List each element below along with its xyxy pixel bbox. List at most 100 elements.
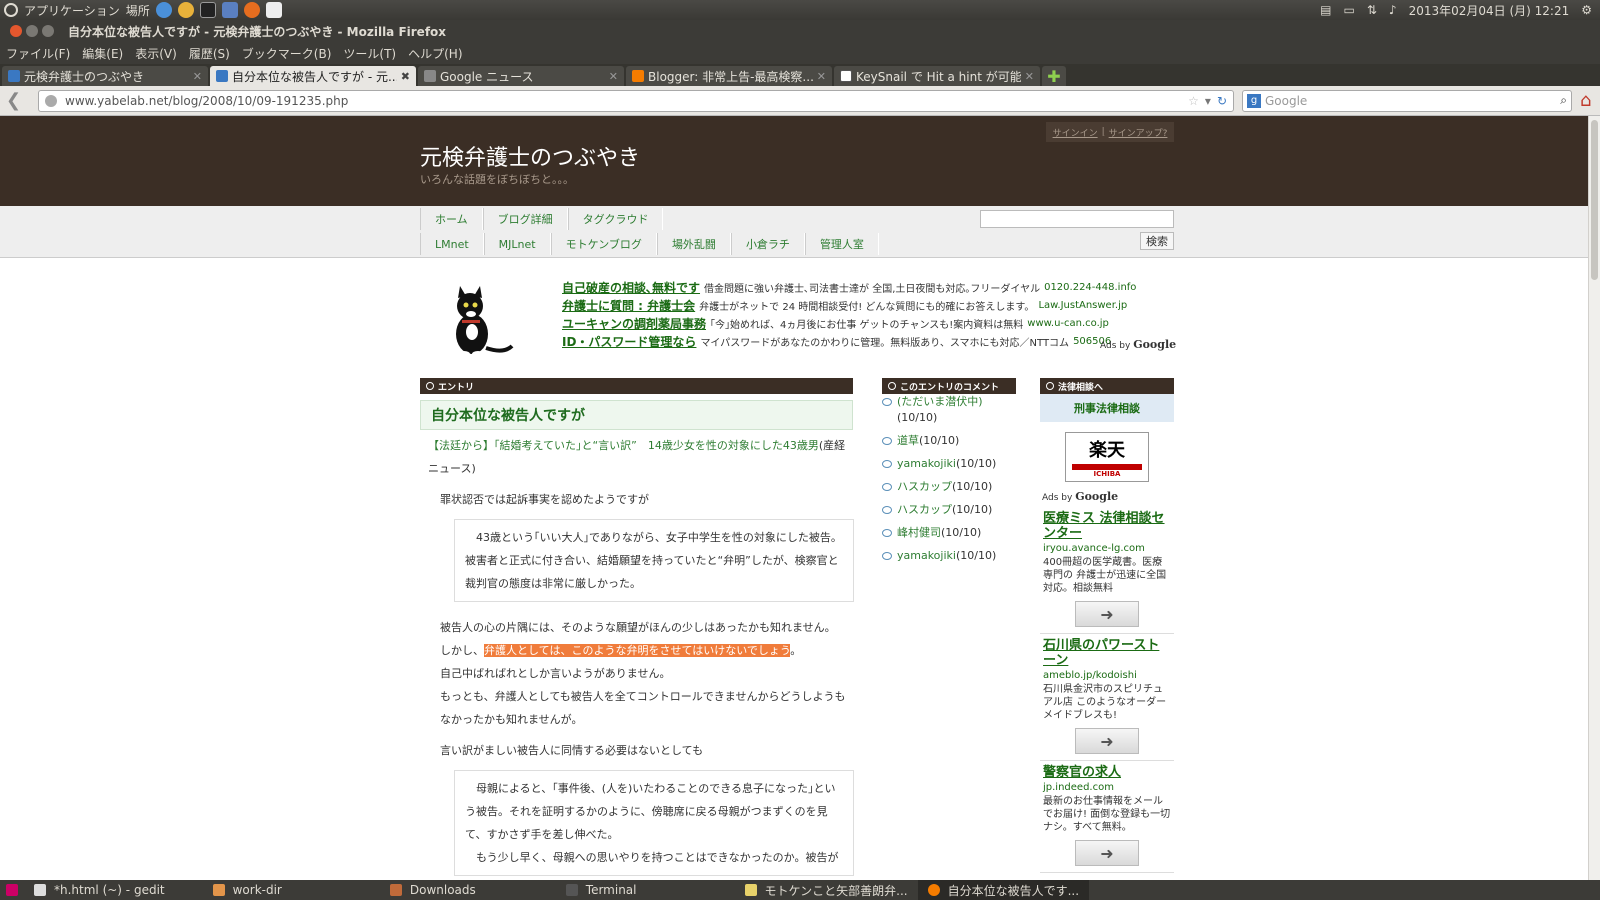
thunderbird-launcher-icon[interactable] bbox=[221, 2, 238, 18]
site-search-input[interactable] bbox=[980, 210, 1174, 228]
search-engine-icon[interactable]: g bbox=[1247, 93, 1261, 108]
entry-title[interactable]: 自分本位な被告人ですが bbox=[420, 400, 853, 430]
rakuten-banner[interactable]: 楽天 ICHIBA bbox=[1065, 432, 1149, 482]
site-search-button[interactable]: 検索 bbox=[1140, 232, 1174, 250]
url-text[interactable]: www.yabelab.net/blog/2008/10/09-191235.p… bbox=[65, 94, 348, 108]
side-ad-arrow-button[interactable]: ➜ bbox=[1075, 601, 1139, 627]
menu-edit[interactable]: 編集(E) bbox=[82, 45, 123, 62]
nav-lmnet[interactable]: LMnet bbox=[420, 233, 484, 255]
signup-link[interactable]: サインアップ? bbox=[1109, 126, 1168, 139]
tab-current-entry[interactable]: 自分本位な被告人ですが - 元... ✖ bbox=[210, 66, 416, 86]
home-icon[interactable]: ⌂ bbox=[1580, 90, 1591, 111]
task-downloads[interactable]: Downloads bbox=[380, 880, 486, 900]
tab-keysnail[interactable]: KeySnail で Hit a hint が可能... ✕ bbox=[834, 66, 1040, 86]
task-terminal[interactable]: Terminal bbox=[556, 880, 647, 900]
nav-jogai[interactable]: 場外乱闘 bbox=[656, 233, 731, 255]
site-title[interactable]: 元検弁護士のつぶやき bbox=[420, 140, 640, 172]
comment-author-link[interactable]: (ただいま潜伏中) bbox=[897, 395, 983, 408]
dropdown-arrow-icon[interactable]: ▾ bbox=[1205, 94, 1211, 108]
site-identity-icon[interactable] bbox=[45, 94, 57, 107]
maximize-window-button[interactable] bbox=[42, 25, 54, 37]
bookmark-star-icon[interactable]: ☆ bbox=[1188, 94, 1199, 108]
close-tab-icon[interactable]: ✕ bbox=[609, 70, 618, 83]
chromium-launcher-icon[interactable] bbox=[155, 2, 172, 18]
side-ad-url[interactable]: ameblo.jp/kodoishi bbox=[1043, 670, 1171, 681]
reload-icon[interactable]: ↻ bbox=[1217, 94, 1227, 108]
nav-mjlnet[interactable]: MJLnet bbox=[483, 233, 551, 255]
ad-url-link[interactable]: www.u-can.co.jp bbox=[1027, 318, 1109, 329]
close-tab-icon[interactable]: ✕ bbox=[193, 70, 202, 83]
clock[interactable]: 2013年02月04日 (月) 12:21 bbox=[1409, 2, 1570, 19]
ad-headline-link[interactable]: ID・パスワード管理なら bbox=[562, 333, 696, 350]
chrome-launcher-icon[interactable] bbox=[177, 2, 194, 18]
comment-author-link[interactable]: ハスカップ bbox=[897, 503, 952, 516]
menu-view[interactable]: 表示(V) bbox=[135, 45, 177, 62]
tab-blog-home[interactable]: 元検弁護士のつぶやき ✕ bbox=[2, 66, 208, 86]
nav-admin[interactable]: 管理人室 bbox=[804, 233, 879, 255]
close-tab-icon[interactable]: ✕ bbox=[817, 70, 826, 83]
scrollbar-thumb[interactable] bbox=[1591, 120, 1598, 280]
close-tab-icon[interactable]: ✕ bbox=[1025, 70, 1034, 83]
back-arrow-icon[interactable]: ❮ bbox=[6, 90, 30, 111]
close-tab-icon[interactable]: ✖ bbox=[401, 70, 410, 83]
ad-headline-link[interactable]: 自己破産の相談､無料です bbox=[562, 279, 700, 296]
menu-history[interactable]: 履歴(S) bbox=[189, 45, 230, 62]
search-icon[interactable]: ⌕ bbox=[1560, 93, 1567, 108]
gear-icon[interactable]: ⚙ bbox=[1581, 3, 1592, 17]
criminal-consultation-link[interactable]: 刑事法律相談 bbox=[1040, 394, 1174, 422]
terminal-launcher-icon[interactable] bbox=[199, 2, 216, 18]
text-editor-launcher-icon[interactable] bbox=[265, 2, 282, 18]
web-search-box[interactable]: g Google ⌕ bbox=[1242, 89, 1572, 112]
side-ad-headline[interactable]: 医療ミス 法律相談センター bbox=[1043, 511, 1171, 541]
show-desktop-button[interactable] bbox=[0, 880, 24, 900]
ubuntu-logo-icon[interactable] bbox=[4, 3, 18, 17]
nav-tag-cloud[interactable]: タグクラウド bbox=[567, 208, 664, 230]
side-ad-headline[interactable]: 石川県のパワーストーン bbox=[1043, 638, 1171, 668]
new-tab-button[interactable]: ✚ bbox=[1042, 66, 1066, 86]
nav-motoken-blog[interactable]: モトケンブログ bbox=[550, 233, 657, 255]
side-ad-arrow-button[interactable]: ➜ bbox=[1075, 728, 1139, 754]
ad-headline-link[interactable]: ユーキャンの調剤薬局事務 bbox=[562, 315, 706, 332]
volume-icon[interactable]: ♪ bbox=[1389, 3, 1397, 17]
comment-author-link[interactable]: 道草 bbox=[897, 434, 919, 447]
task-work-dir[interactable]: work-dir bbox=[203, 880, 292, 900]
ad-url-link[interactable]: Law.JustAnswer.jp bbox=[1038, 300, 1127, 311]
search-placeholder[interactable]: Google bbox=[1265, 94, 1307, 108]
menu-file[interactable]: ファイル(F) bbox=[6, 45, 70, 62]
task-notes[interactable]: モトケンこと矢部善朗弁... bbox=[735, 880, 918, 900]
comment-author-link[interactable]: yamakojiki bbox=[897, 457, 956, 470]
side-ad-url[interactable]: iryou.avance-lg.com bbox=[1043, 543, 1171, 554]
page-scrollbar[interactable] bbox=[1588, 116, 1600, 880]
applications-menu[interactable]: アプリケーション bbox=[24, 2, 120, 19]
nav-home[interactable]: ホーム bbox=[420, 208, 483, 230]
tab-google-news[interactable]: Google ニュース ✕ bbox=[418, 66, 624, 86]
ad-url-link[interactable]: 0120.224-448.info bbox=[1044, 282, 1136, 293]
places-menu[interactable]: 場所 bbox=[126, 2, 150, 19]
task-firefox[interactable]: 自分本位な被告人です... bbox=[917, 880, 1090, 900]
menu-tools[interactable]: ツール(T) bbox=[343, 45, 396, 62]
battery-icon[interactable]: ▭ bbox=[1344, 3, 1355, 17]
comment-author-link[interactable]: ハスカップ bbox=[897, 480, 952, 493]
url-bar[interactable]: www.yabelab.net/blog/2008/10/09-191235.p… bbox=[38, 89, 1234, 112]
comment-author-link[interactable]: yamakojiki bbox=[897, 549, 956, 562]
tab-blogger[interactable]: Blogger: 非常上告-最高検察... ✕ bbox=[626, 66, 832, 86]
ads-by-google-label[interactable]: Ads by Google bbox=[1100, 338, 1176, 351]
menu-help[interactable]: ヘルプ(H) bbox=[408, 45, 462, 62]
side-ad-url[interactable]: jp.indeed.com bbox=[1043, 782, 1171, 793]
notes-indicator-icon[interactable]: ▤ bbox=[1320, 3, 1331, 17]
ad-headline-link[interactable]: 弁護士に質問 : 弁護士会 bbox=[562, 297, 695, 314]
nav-ogura[interactable]: 小倉ラチ bbox=[730, 233, 805, 255]
comment-author-link[interactable]: 峰村健司 bbox=[897, 526, 941, 539]
source-article-link[interactable]: 【法廷から】｢結婚考えていた｣と“言い訳” 14歳少女を性の対象にした43歳男 bbox=[428, 439, 819, 452]
ads-by-google-label[interactable]: Ads by Google bbox=[1040, 490, 1174, 503]
nav-blog-detail[interactable]: ブログ詳細 bbox=[482, 208, 568, 230]
side-ad-arrow-button[interactable]: ➜ bbox=[1075, 840, 1139, 866]
network-icon[interactable]: ⇅ bbox=[1367, 3, 1377, 17]
minimize-window-button[interactable] bbox=[26, 25, 38, 37]
firefox-launcher-icon[interactable] bbox=[243, 2, 260, 18]
menu-bookmarks[interactable]: ブックマーク(B) bbox=[242, 45, 332, 62]
close-window-button[interactable] bbox=[10, 25, 22, 37]
side-ad-headline[interactable]: 警察官の求人 bbox=[1043, 765, 1171, 780]
signin-link[interactable]: サインイン bbox=[1053, 126, 1098, 139]
task-gedit[interactable]: *h.html (~) - gedit bbox=[24, 880, 175, 900]
